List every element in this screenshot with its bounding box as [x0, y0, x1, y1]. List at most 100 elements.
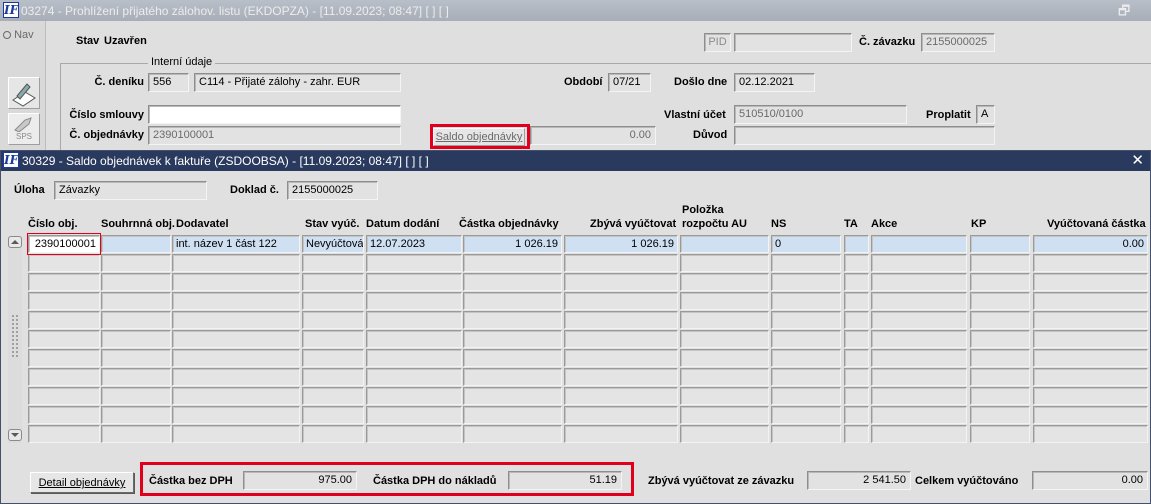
- grid-cell-ns[interactable]: [771, 387, 841, 405]
- grid-cell-zbyva-vyuctovat[interactable]: 1 026.19: [564, 235, 678, 253]
- grid-cell-souhrnna-obj[interactable]: [101, 387, 171, 405]
- vertical-scrollbar[interactable]: [8, 236, 22, 443]
- grid-cell-ta[interactable]: [844, 254, 869, 272]
- grid-cell-dodavatel[interactable]: [172, 273, 300, 291]
- grid-cell-castka-obj[interactable]: [463, 425, 562, 443]
- grid-cell-kp[interactable]: [970, 254, 1030, 272]
- grid-cell-zbyva-vyuctovat[interactable]: [564, 368, 678, 386]
- grid-cell-ns[interactable]: [771, 311, 841, 329]
- grid-cell-ta[interactable]: [844, 273, 869, 291]
- grid-cell-stav-vyuc[interactable]: [302, 330, 364, 348]
- grid-cell-stav-vyuc[interactable]: [302, 425, 364, 443]
- grid-cell-souhrnna-obj[interactable]: [101, 273, 171, 291]
- grid-cell-kp[interactable]: [970, 349, 1030, 367]
- grid-cell-castka-obj[interactable]: [463, 273, 562, 291]
- grid-cell-ns[interactable]: [771, 406, 841, 424]
- grid-cell-akce[interactable]: [871, 368, 967, 386]
- uloha-field[interactable]: Závazky: [54, 181, 207, 200]
- grid-cell-vyuctovana-castka[interactable]: [1033, 292, 1148, 310]
- grid-cell-akce[interactable]: [871, 254, 967, 272]
- grid-cell-stav-vyuc[interactable]: [302, 368, 364, 386]
- grid-cell-vyuctovana-castka[interactable]: 0.00: [1033, 235, 1148, 253]
- grid-cell-vyuctovana-castka[interactable]: [1033, 406, 1148, 424]
- grid-cell-ns[interactable]: [771, 330, 841, 348]
- grid-cell-ns[interactable]: [771, 425, 841, 443]
- grid-cell-souhrnna-obj[interactable]: [101, 235, 171, 253]
- grid-cell-souhrnna-obj[interactable]: [101, 349, 171, 367]
- proplatit-field[interactable]: A: [976, 105, 995, 124]
- cislo-smlouvy-field[interactable]: [148, 105, 401, 124]
- grid-cell-zbyva-vyuctovat[interactable]: [564, 349, 678, 367]
- grid-cell-castka-obj[interactable]: [463, 349, 562, 367]
- grid-cell-ta[interactable]: [844, 406, 869, 424]
- grid-cell-kp[interactable]: [970, 425, 1030, 443]
- grid-cell-cislo-obj[interactable]: [28, 425, 100, 443]
- grid-cell-datum-dodani[interactable]: [366, 368, 462, 386]
- grid-cell-polozka[interactable]: [680, 406, 769, 424]
- grid-cell-castka-obj[interactable]: [463, 368, 562, 386]
- grid-cell-zbyva-vyuctovat[interactable]: [564, 273, 678, 291]
- grid-cell-vyuctovana-castka[interactable]: [1033, 311, 1148, 329]
- grid-cell-ta[interactable]: [844, 368, 869, 386]
- grid-cell-ns[interactable]: [771, 368, 841, 386]
- grid-cell-ta[interactable]: [844, 349, 869, 367]
- grid-cell-souhrnna-obj[interactable]: [101, 368, 171, 386]
- doslo-dne-field[interactable]: 02.12.2021: [734, 73, 815, 92]
- grid-cell-dodavatel[interactable]: [172, 292, 300, 310]
- grid-cell-akce[interactable]: [871, 235, 967, 253]
- grid-cell-kp[interactable]: [970, 368, 1030, 386]
- grid-cell-polozka[interactable]: [680, 330, 769, 348]
- grid-cell-vyuctovana-castka[interactable]: [1033, 273, 1148, 291]
- vlastni-ucet-field[interactable]: 510510/0100: [734, 105, 907, 124]
- grid-cell-dodavatel[interactable]: int. název 1 část 122: [172, 235, 300, 253]
- nav-toggle[interactable]: Nav: [3, 29, 34, 41]
- grid-cell-akce[interactable]: [871, 406, 967, 424]
- grid-cell-kp[interactable]: [970, 235, 1030, 253]
- grid-cell-castka-obj[interactable]: [463, 254, 562, 272]
- scroll-grip[interactable]: [11, 314, 19, 358]
- grid-cell-souhrnna-obj[interactable]: [101, 406, 171, 424]
- grid-cell-cislo-obj[interactable]: 2390100001: [28, 235, 100, 253]
- grid-cell-cislo-obj[interactable]: [28, 387, 100, 405]
- grid-cell-polozka[interactable]: [680, 273, 769, 291]
- grid-cell-polozka[interactable]: [680, 425, 769, 443]
- grid-cell-zbyva-vyuctovat[interactable]: [564, 292, 678, 310]
- grid-cell-stav-vyuc[interactable]: [302, 292, 364, 310]
- grid-cell-stav-vyuc[interactable]: [302, 349, 364, 367]
- saldo-objednavky-button[interactable]: Saldo objednávky: [433, 128, 525, 146]
- duvod-field[interactable]: [734, 126, 995, 145]
- grid-cell-polozka[interactable]: [680, 387, 769, 405]
- close-icon[interactable]: ✕: [1131, 152, 1144, 169]
- grid-cell-zbyva-vyuctovat[interactable]: [564, 387, 678, 405]
- grid-cell-datum-dodani[interactable]: [366, 311, 462, 329]
- grid-cell-akce[interactable]: [871, 387, 967, 405]
- grid-cell-ta[interactable]: [844, 292, 869, 310]
- grid-cell-castka-obj[interactable]: [463, 311, 562, 329]
- grid-cell-polozka[interactable]: [680, 235, 769, 253]
- grid-cell-cislo-obj[interactable]: [28, 406, 100, 424]
- grid-cell-vyuctovana-castka[interactable]: [1033, 425, 1148, 443]
- pid-button[interactable]: PID: [704, 33, 731, 52]
- grid-cell-dodavatel[interactable]: [172, 349, 300, 367]
- denik-name-field[interactable]: C114 - Přijaté zálohy - zahr. EUR: [194, 73, 401, 92]
- grid-cell-akce[interactable]: [871, 292, 967, 310]
- grid-cell-ta[interactable]: [844, 387, 869, 405]
- grid-cell-dodavatel[interactable]: [172, 387, 300, 405]
- edit-tool-button[interactable]: [8, 77, 40, 109]
- grid-cell-vyuctovana-castka[interactable]: [1033, 349, 1148, 367]
- grid-cell-ta[interactable]: [844, 425, 869, 443]
- doklad-field[interactable]: 2155000025: [287, 181, 378, 200]
- grid-cell-datum-dodani[interactable]: [366, 425, 462, 443]
- sps-tool-button[interactable]: SPS: [8, 113, 40, 145]
- c-zavazku-field[interactable]: 2155000025: [921, 33, 995, 52]
- grid-cell-polozka[interactable]: [680, 311, 769, 329]
- grid-cell-polozka[interactable]: [680, 349, 769, 367]
- grid-cell-kp[interactable]: [970, 406, 1030, 424]
- grid-cell-dodavatel[interactable]: [172, 330, 300, 348]
- grid-cell-ns[interactable]: [771, 254, 841, 272]
- grid-cell-dodavatel[interactable]: [172, 311, 300, 329]
- scroll-down-arrow[interactable]: [8, 429, 22, 441]
- grid-cell-ta[interactable]: [844, 330, 869, 348]
- grid-cell-datum-dodani[interactable]: [366, 273, 462, 291]
- grid-cell-ns[interactable]: [771, 349, 841, 367]
